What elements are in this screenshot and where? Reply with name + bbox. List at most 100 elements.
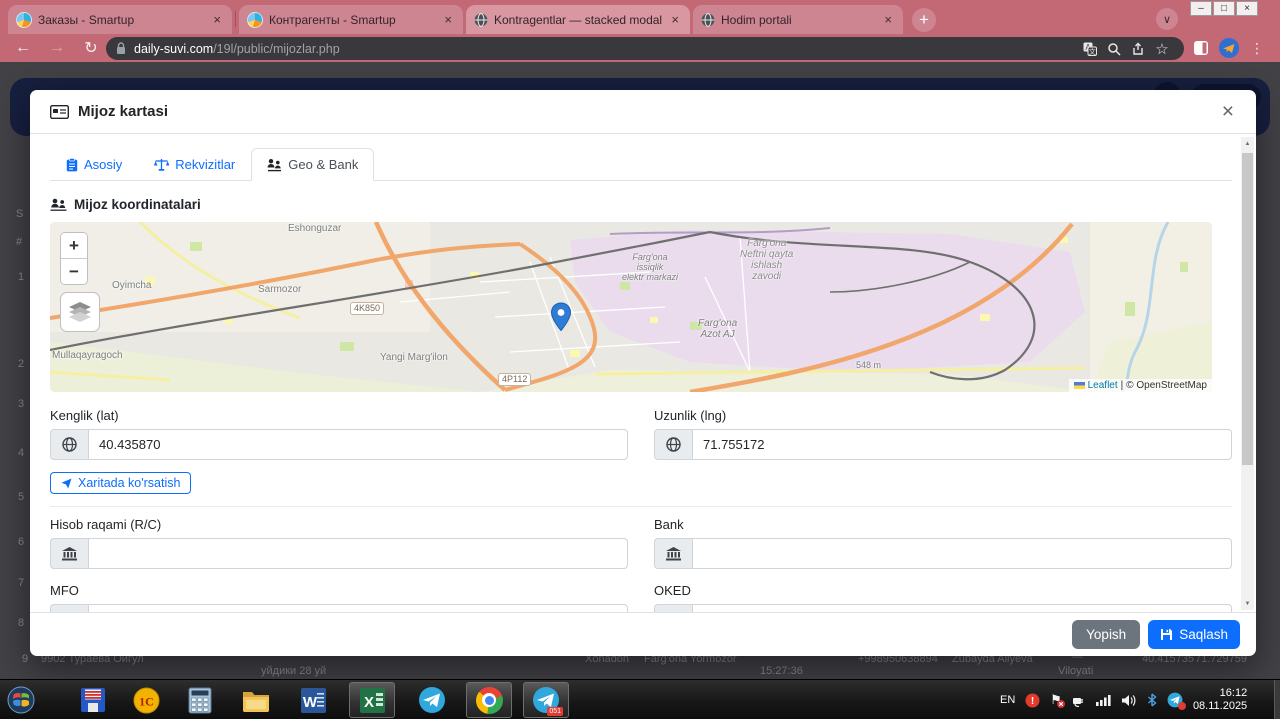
browser-tab-hodim-portali[interactable]: Hodim portali × (693, 5, 903, 34)
saqlash-button[interactable]: Saqlash (1148, 620, 1240, 649)
bg-row-number: 3 (18, 398, 24, 410)
mfo-input-group (50, 604, 628, 612)
forward-icon[interactable]: → (44, 35, 70, 61)
reload-icon[interactable]: ↻ (78, 35, 104, 61)
new-tab-button[interactable]: + (912, 8, 936, 32)
bank-icon (50, 538, 88, 569)
tab-close-icon[interactable]: × (210, 12, 224, 27)
url-text: daily-suvi.com/19l/public/mijozlar.php (134, 42, 1078, 56)
tab-label: Rekvizitlar (175, 157, 235, 172)
profile-avatar[interactable] (1218, 37, 1240, 59)
browser-tab-zakazy[interactable]: Заказы - Smartup × (8, 5, 232, 34)
address-bar[interactable]: daily-suvi.com/19l/public/mijozlar.php A… (106, 37, 1184, 60)
tab-title: Контрагенты - Smartup (269, 13, 435, 27)
window-restore-button[interactable]: □ (1213, 1, 1235, 16)
power-plug-icon[interactable] (1072, 694, 1086, 707)
translate-icon[interactable]: A文 (1078, 39, 1102, 59)
mfo-field-group: MFO (50, 583, 628, 612)
account-input-group (50, 538, 628, 569)
account-label: Hisob raqami (R/C) (50, 517, 628, 532)
map-label: Oyimcha (112, 280, 151, 291)
window-close-button[interactable]: × (1236, 1, 1258, 16)
1c-label: 1С (139, 694, 154, 708)
layers-icon (69, 302, 91, 322)
tab-rekvizitlar[interactable]: Rekvizitlar (138, 148, 251, 181)
network-signal-icon[interactable] (1096, 694, 1112, 706)
map-label: Farg'ona Neftni qayta ishlash zavodi (740, 238, 793, 282)
leaflet-link[interactable]: Leaflet (1088, 380, 1118, 391)
map-label: Eshonguzar (288, 223, 341, 234)
telegram-051-taskbar-button[interactable]: 051 (523, 682, 569, 718)
taskbar-clock[interactable]: 16:12 08.11.2025 (1193, 687, 1247, 713)
bank-icon (50, 604, 88, 612)
search-zoom-icon[interactable] (1102, 39, 1126, 59)
chrome-taskbar-button[interactable] (466, 682, 512, 718)
file-explorer-icon[interactable] (241, 685, 271, 715)
scrollbar-thumb[interactable] (1242, 153, 1253, 465)
tab-search-chevron-icon[interactable]: ∨ (1156, 8, 1178, 30)
share-icon[interactable] (1126, 39, 1150, 59)
oked-input[interactable] (692, 604, 1232, 612)
scroll-up-arrow[interactable]: ▲ (1241, 137, 1254, 150)
lng-input-group (654, 429, 1232, 460)
bluetooth-icon[interactable] (1147, 693, 1157, 707)
leaflet-map[interactable]: Eshonguzar Oyimcha Sarmozor Yangi Marg'i… (50, 222, 1212, 392)
mijoz-kartasi-modal: Mijoz kartasi × Asosiy (30, 90, 1256, 656)
tab-close-icon[interactable]: × (441, 12, 455, 27)
bank-input[interactable] (692, 538, 1232, 569)
lat-input[interactable] (88, 429, 628, 460)
modal-scrollbar[interactable]: ▲ ▼ (1241, 137, 1254, 610)
show-on-map-button[interactable]: Xaritada ko'rsatish (50, 472, 191, 494)
geo-bank-icon (267, 158, 282, 172)
oked-field-group: OKED (654, 583, 1232, 612)
notification-alert-icon[interactable]: ! (1025, 693, 1040, 708)
zoom-out-button[interactable]: − (61, 259, 87, 284)
coords-row: Kenglik (lat) Uzunlik (lng) (50, 408, 1232, 460)
telegram-icon[interactable] (417, 685, 447, 715)
tab-geo-bank[interactable]: Geo & Bank (251, 148, 374, 181)
scroll-down-arrow[interactable]: ▼ (1241, 597, 1254, 610)
map-label: Farg'ona issiqlik elektr markazi (622, 252, 678, 282)
map-layers-control[interactable] (60, 292, 100, 332)
floppy-app-icon[interactable] (78, 685, 108, 715)
word-icon[interactable]: W (298, 685, 328, 715)
window-minimize-button[interactable]: – (1190, 1, 1212, 16)
show-desktop-button[interactable] (1274, 680, 1280, 719)
language-indicator[interactable]: EN (1000, 694, 1015, 706)
volume-icon[interactable] (1122, 694, 1137, 707)
account-input[interactable] (88, 538, 628, 569)
action-center-flag-icon[interactable]: ⚑ (1050, 692, 1062, 708)
screen: Заказы - Smartup × Контрагенты - Smartup… (0, 0, 1280, 719)
start-button[interactable] (6, 685, 36, 715)
map-marker-pin[interactable] (549, 302, 573, 332)
tab-close-icon[interactable]: × (881, 12, 895, 27)
menu-icon[interactable]: ⋮ (1248, 37, 1266, 59)
oked-label: OKED (654, 583, 1232, 598)
bg-row-number: 4 (18, 447, 24, 459)
tab-title: Hodim portali (721, 13, 875, 27)
bg-row-number: 8 (18, 617, 24, 629)
back-icon[interactable]: ← (10, 35, 36, 61)
telegram-tray-icon[interactable] (1167, 692, 1183, 708)
tab-title: Kontragentlar — stacked modal ( (494, 13, 662, 27)
modal-tabs: Asosiy Rekvizitlar (50, 148, 1232, 181)
excel-taskbar-button[interactable]: X (349, 682, 395, 718)
osm-link[interactable]: © OpenStreetMap (1126, 380, 1207, 391)
clock-date: 08.11.2025 (1193, 700, 1247, 713)
browser-tab-kontragentlar-active[interactable]: Kontragentlar — stacked modal ( × (466, 5, 690, 34)
modal-close-icon[interactable]: × (1216, 98, 1240, 126)
yopish-button[interactable]: Yopish (1072, 620, 1140, 649)
browser-tab-kontragenty[interactable]: Контрагенты - Smartup × (239, 5, 463, 34)
tab-close-icon[interactable]: × (668, 12, 682, 27)
tab-asosiy[interactable]: Asosiy (50, 148, 138, 181)
side-panel-icon[interactable] (1190, 37, 1212, 59)
zoom-in-button[interactable]: + (61, 233, 87, 259)
bg-row-number: 7 (18, 577, 24, 589)
calculator-icon[interactable] (185, 685, 215, 715)
bookmark-star-icon[interactable]: ☆ (1150, 39, 1174, 59)
mfo-input[interactable] (88, 604, 628, 612)
excel-label: X (363, 694, 373, 711)
1c-app-icon[interactable]: 1С (131, 685, 161, 715)
lng-input[interactable] (692, 429, 1232, 460)
globe-favicon (474, 13, 488, 27)
